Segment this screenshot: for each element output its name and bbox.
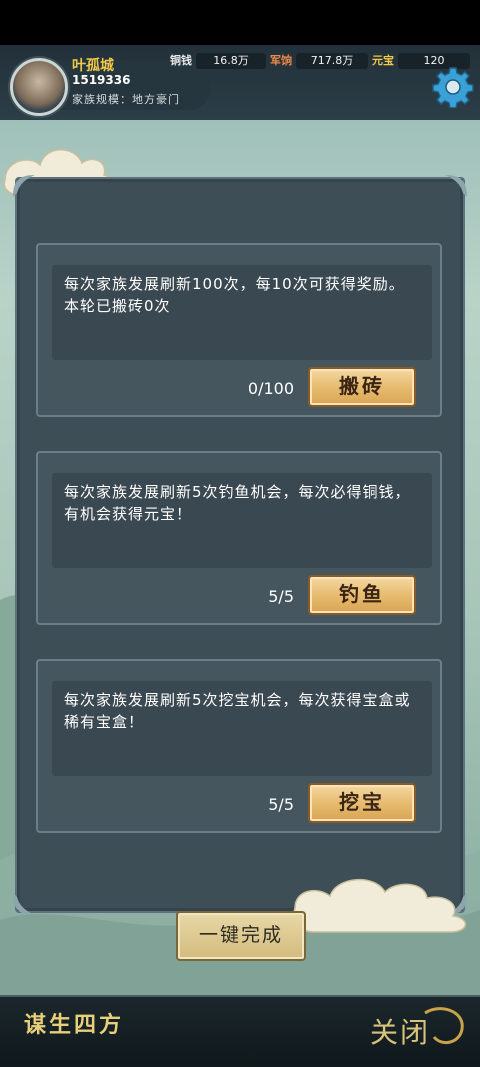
clan-scale: 家族规模：地方豪门	[72, 93, 180, 106]
settings-gear-icon[interactable]	[432, 66, 474, 108]
footer-bar: 谋生四方 关闭	[0, 995, 480, 1067]
player-id: 1519336	[72, 73, 131, 87]
resource-value-pay: 717.8万	[296, 53, 368, 69]
page-title: 谋生四方	[24, 1012, 125, 1038]
game-screen: 叶孤城 1519336 家族规模：地方豪门 铜钱 16.8万 军饷 717.8万…	[0, 0, 480, 1067]
resource-label-ingot: 元宝	[372, 54, 394, 67]
complete-all-button[interactable]: 一键完成	[176, 911, 306, 961]
decorative-cloud-right	[293, 878, 467, 933]
back-button[interactable]: 关闭	[330, 1003, 470, 1059]
carry-bricks-button[interactable]: 搬砖	[308, 367, 416, 407]
corner-ornament-icon	[13, 175, 35, 197]
dig-treasure-button[interactable]: 挖宝	[308, 783, 416, 823]
task-card-treasure: 每次家族发展刷新5次挖宝机会，每次获得宝盒或稀有宝盒！ 5/5 挖宝	[36, 659, 442, 833]
task-description: 每次家族发展刷新5次钓鱼机会，每次必得铜钱，有机会获得元宝！	[52, 473, 432, 568]
resource-value-copper: 16.8万	[196, 53, 266, 69]
fishing-button[interactable]: 钓鱼	[308, 575, 416, 615]
corner-ornament-icon	[13, 893, 35, 915]
resource-label-copper: 铜钱	[170, 54, 192, 67]
task-description: 每次家族发展刷新100次，每10次可获得奖励。本轮已搬砖0次	[52, 265, 432, 360]
task-progress-count: 0/100	[247, 379, 294, 398]
task-description: 每次家族发展刷新5次挖宝机会，每次获得宝盒或稀有宝盒！	[52, 681, 432, 776]
task-card-bricks: 每次家族发展刷新100次，每10次可获得奖励。本轮已搬砖0次 0/100 搬砖	[36, 243, 442, 417]
task-card-fishing: 每次家族发展刷新5次钓鱼机会，每次必得铜钱，有机会获得元宝！ 5/5 钓鱼	[36, 451, 442, 625]
status-bar	[0, 0, 480, 45]
corner-ornament-icon	[445, 175, 467, 197]
task-progress-count: 5/5	[268, 795, 294, 814]
player-name: 叶孤城	[72, 58, 114, 74]
back-button-label: 关闭	[369, 1016, 430, 1049]
player-avatar[interactable]	[10, 58, 68, 116]
resource-label-pay: 军饷	[270, 54, 292, 67]
task-progress-count: 5/5	[268, 587, 294, 606]
